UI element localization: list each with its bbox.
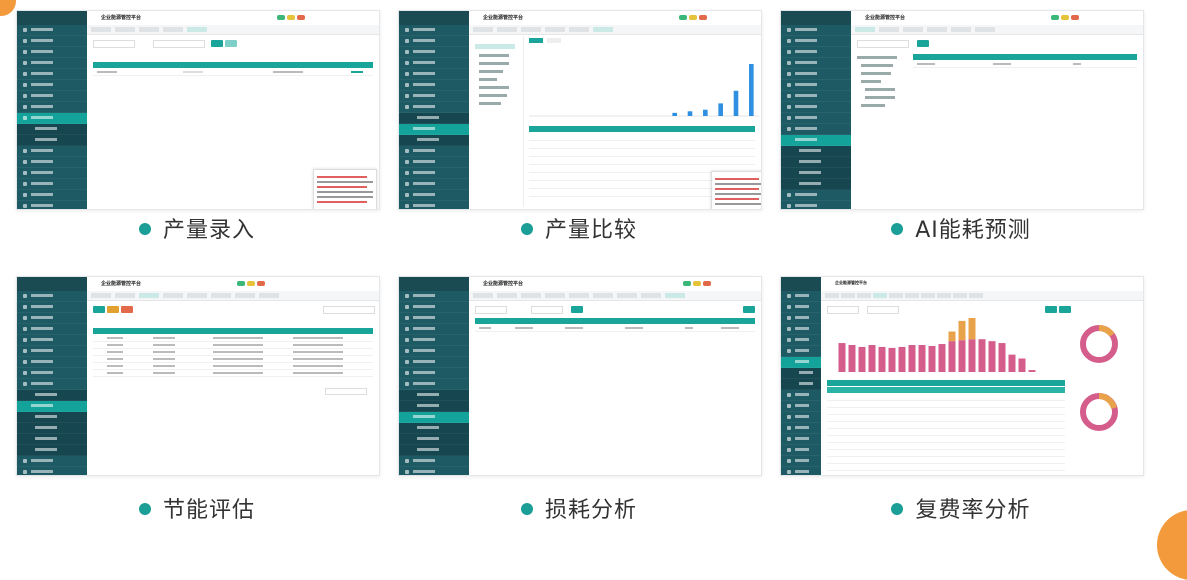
sidebar	[399, 277, 469, 475]
notification-popup	[313, 169, 377, 209]
content-area	[823, 302, 1141, 473]
app-title: 企业能源管控平台	[865, 15, 906, 21]
bar	[718, 103, 723, 116]
bar	[733, 90, 739, 116]
bar-segment	[938, 344, 946, 372]
app-title: 企业能源管控平台	[483, 281, 524, 287]
bar-segment	[948, 331, 956, 342]
screenshot-card-ai-forecast[interactable]: 企业能源管控平台	[780, 10, 1144, 210]
bar-segment	[888, 347, 896, 372]
sidebar	[781, 11, 851, 209]
bar-segment	[978, 339, 986, 372]
app-title: 企业能源管控平台	[101, 281, 142, 287]
bar-segment	[988, 341, 996, 372]
bar-segment	[898, 346, 906, 372]
caption-loss-analysis: 损耗分析	[398, 492, 760, 524]
tab-strip	[87, 291, 379, 301]
sidebar	[781, 277, 821, 475]
caption-multi-rate-analysis: 复费率分析	[780, 492, 1142, 524]
bar-segment	[848, 345, 856, 372]
bar-segment	[908, 345, 916, 372]
multi-rate-stacked-bar-chart	[838, 318, 1036, 372]
bar-segment	[918, 345, 926, 372]
sidebar	[399, 11, 469, 209]
bar-segment	[1008, 354, 1016, 372]
tab-strip	[87, 25, 379, 35]
bar-segment	[998, 343, 1006, 372]
topbar: 企业能源管控平台	[87, 277, 379, 292]
bar-segment	[968, 339, 976, 372]
app-title: 企业能源管控平台	[835, 280, 867, 285]
caption-energy-saving: 节能评估	[16, 492, 378, 524]
output-compare-bar-chart	[529, 64, 759, 117]
donut-chart-2	[1080, 393, 1118, 431]
bar-segment	[868, 345, 876, 372]
bar-segment	[928, 345, 936, 372]
topbar: 企业能源管控平台	[469, 11, 761, 26]
topbar: 企业能源管控平台	[87, 11, 379, 26]
donut-chart-1	[1080, 325, 1118, 363]
bar-segment	[878, 346, 886, 372]
bar-segment	[858, 346, 866, 372]
org-tree	[471, 36, 524, 207]
org-tree	[853, 52, 909, 132]
tab-strip	[821, 291, 1143, 301]
caption-ai-forecast: AI能耗预测	[780, 212, 1142, 244]
bar	[749, 64, 754, 116]
screenshot-card-loss-analysis[interactable]: 企业能源管控平台	[398, 276, 762, 476]
bar-segment	[1028, 370, 1036, 372]
content-area	[89, 302, 377, 473]
feature-grid: 企业能源管控平台 产量录入 企业能源管控平台 产量比较 企业能源管控平台 AI能…	[0, 0, 1187, 540]
bar-segment	[838, 343, 846, 372]
notification-popup	[711, 171, 761, 209]
caption-output-compare: 产量比较	[398, 212, 760, 244]
app-title: 企业能源管控平台	[483, 15, 524, 21]
screenshot-card-output-compare[interactable]: 企业能源管控平台	[398, 10, 762, 210]
bar	[687, 111, 693, 116]
bar-segment	[958, 340, 966, 372]
topbar: 企业能源管控平台	[821, 277, 1143, 292]
tab-strip	[469, 291, 761, 301]
sidebar	[17, 277, 87, 475]
content-area	[471, 302, 759, 473]
screenshot-card-multi-rate-analysis[interactable]: 企业能源管控平台	[780, 276, 1144, 476]
topbar: 企业能源管控平台	[851, 11, 1143, 26]
bar	[703, 109, 708, 116]
bar	[672, 112, 677, 116]
bar-segment	[958, 320, 966, 341]
sidebar	[17, 11, 87, 209]
topbar: 企业能源管控平台	[469, 277, 761, 292]
caption-output-entry: 产量录入	[16, 212, 378, 244]
tab-strip	[851, 25, 1143, 35]
bar-segment	[948, 341, 956, 372]
bar-segment	[968, 318, 976, 340]
tab-strip	[469, 25, 761, 35]
screenshot-card-energy-saving[interactable]: 企业能源管控平台	[16, 276, 380, 476]
app-title: 企业能源管控平台	[101, 15, 142, 21]
content-area	[853, 36, 1141, 207]
screenshot-card-output-entry[interactable]: 企业能源管控平台	[16, 10, 380, 210]
bar-segment	[1018, 358, 1026, 372]
